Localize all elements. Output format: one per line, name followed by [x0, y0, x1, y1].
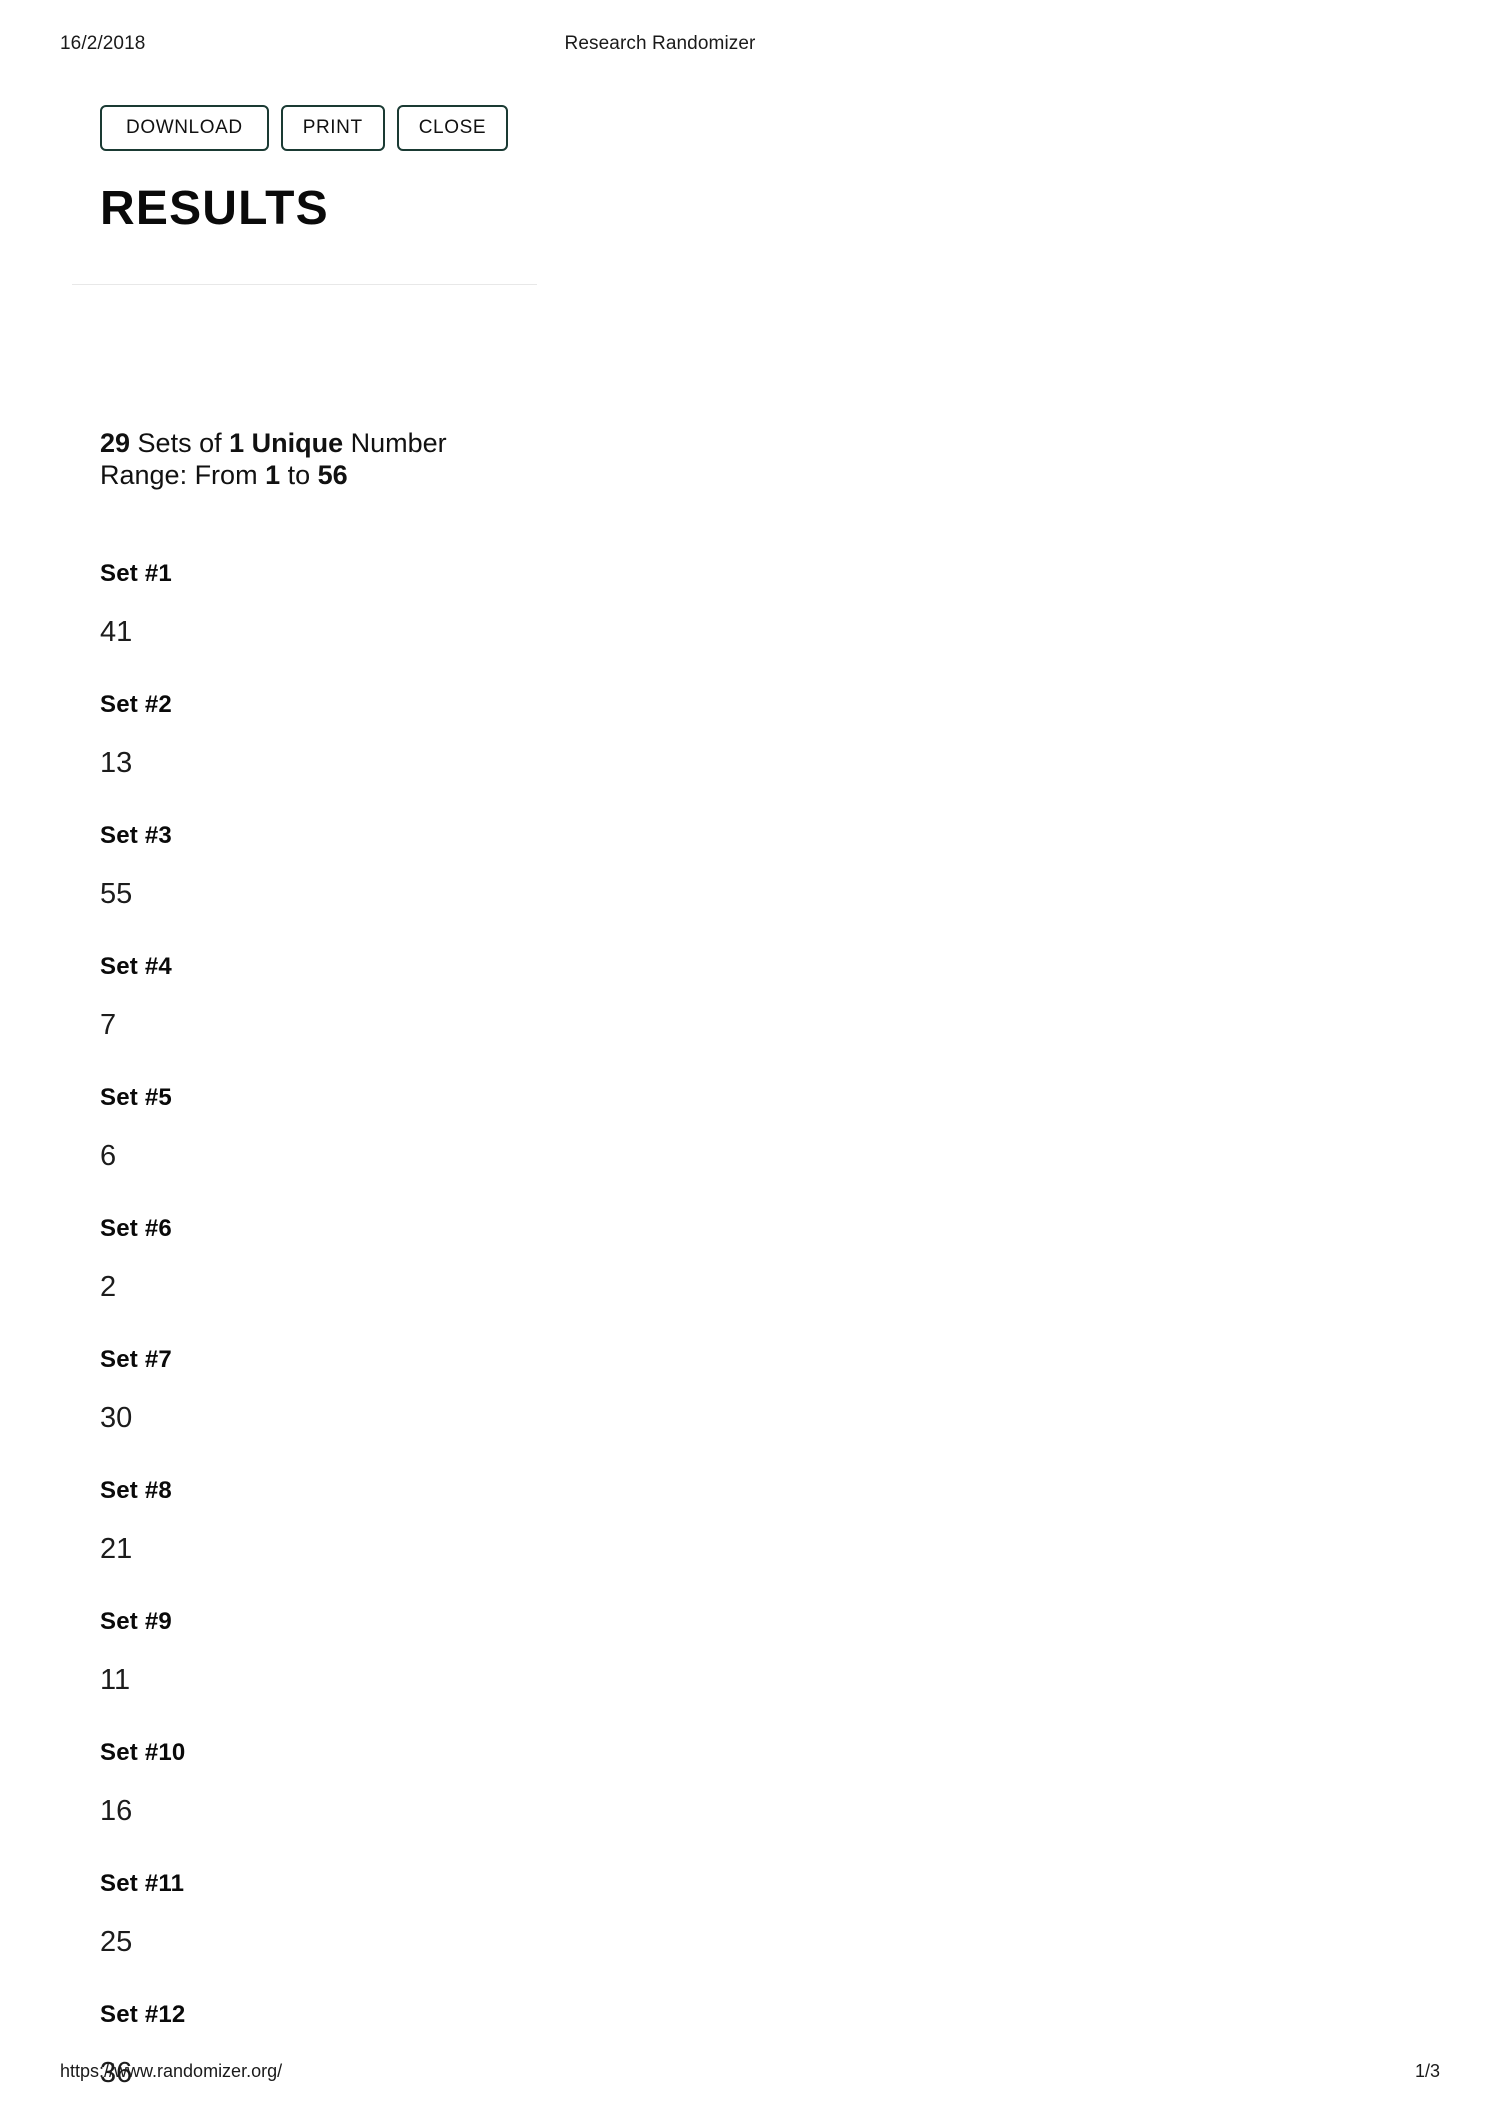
list-item: Set #8 21: [100, 1457, 620, 1588]
results-toolbar: DOWNLOAD PRINT CLOSE: [100, 105, 509, 151]
list-item: Set #12 36: [100, 1981, 620, 2112]
set-value: 2: [100, 1271, 117, 1303]
list-item: Set #10 16: [100, 1719, 620, 1850]
set-label: Set #4: [100, 953, 172, 980]
close-button[interactable]: CLOSE: [396, 105, 509, 151]
set-label: Set #2: [100, 691, 172, 718]
results-set-list: Set #1 41 Set #2 13 Set #3 55 Set #4 7 S…: [100, 540, 620, 2112]
set-label: Set #9: [100, 1608, 172, 1635]
print-button[interactable]: PRINT: [280, 105, 385, 151]
print-page-title: Research Randomizer: [564, 33, 756, 54]
print-footer: https://www.randomizer.org/ 1/3: [0, 2061, 1500, 2085]
summary-range-to: to: [280, 459, 318, 490]
set-label: Set #12: [100, 2001, 186, 2028]
list-item: Set #4 7: [100, 933, 620, 1064]
download-button[interactable]: DOWNLOAD: [100, 105, 269, 151]
summary-per-set: 1 Unique: [229, 428, 344, 458]
summary-line-range: Range: From 1 to 56: [100, 460, 620, 492]
set-label: Set #11: [100, 1870, 185, 1897]
set-label: Set #5: [100, 1084, 172, 1111]
footer-source-url: https://www.randomizer.org/: [60, 2061, 283, 2081]
summary-number-word: Number: [343, 428, 447, 458]
summary-set-count: 29: [100, 428, 131, 458]
set-value: 16: [100, 1795, 133, 1827]
print-header: 16/2/2018 Research Randomizer: [0, 33, 1500, 59]
list-item: Set #6 2: [100, 1195, 620, 1326]
header-divider: [72, 284, 537, 285]
set-value: 30: [100, 1402, 133, 1434]
results-summary: 29 Sets of 1 Unique Number Range: From 1…: [100, 428, 620, 492]
set-value: 7: [100, 1009, 117, 1041]
footer-page-number: 1/3: [1414, 2061, 1440, 2081]
set-label: Set #6: [100, 1215, 172, 1242]
set-value: 41: [100, 616, 133, 648]
set-value: 11: [100, 1664, 131, 1696]
list-item: Set #2 13: [100, 671, 620, 802]
summary-range-min: 1: [265, 459, 281, 490]
summary-range-max: 56: [317, 459, 348, 490]
list-item: Set #5 6: [100, 1064, 620, 1195]
summary-line-sets: 29 Sets of 1 Unique Number: [100, 428, 620, 460]
set-value: 6: [100, 1140, 117, 1172]
set-value: 13: [100, 747, 133, 779]
list-item: Set #9 11: [100, 1588, 620, 1719]
summary-sets-of-text: Sets of: [130, 428, 230, 458]
summary-range-prefix: Range: From: [100, 459, 266, 490]
list-item: Set #3 55: [100, 802, 620, 933]
page-title: RESULTS: [100, 182, 329, 235]
set-label: Set #10: [100, 1739, 186, 1766]
set-value: 55: [100, 878, 133, 910]
set-label: Set #3: [100, 822, 172, 849]
set-label: Set #7: [100, 1346, 172, 1373]
set-label: Set #8: [100, 1477, 172, 1504]
set-value: 25: [100, 1926, 133, 1958]
set-label: Set #1: [100, 560, 172, 587]
list-item: Set #1 41: [100, 540, 620, 671]
list-item: Set #11 25: [100, 1850, 620, 1981]
set-value: 21: [100, 1533, 133, 1565]
list-item: Set #7 30: [100, 1326, 620, 1457]
